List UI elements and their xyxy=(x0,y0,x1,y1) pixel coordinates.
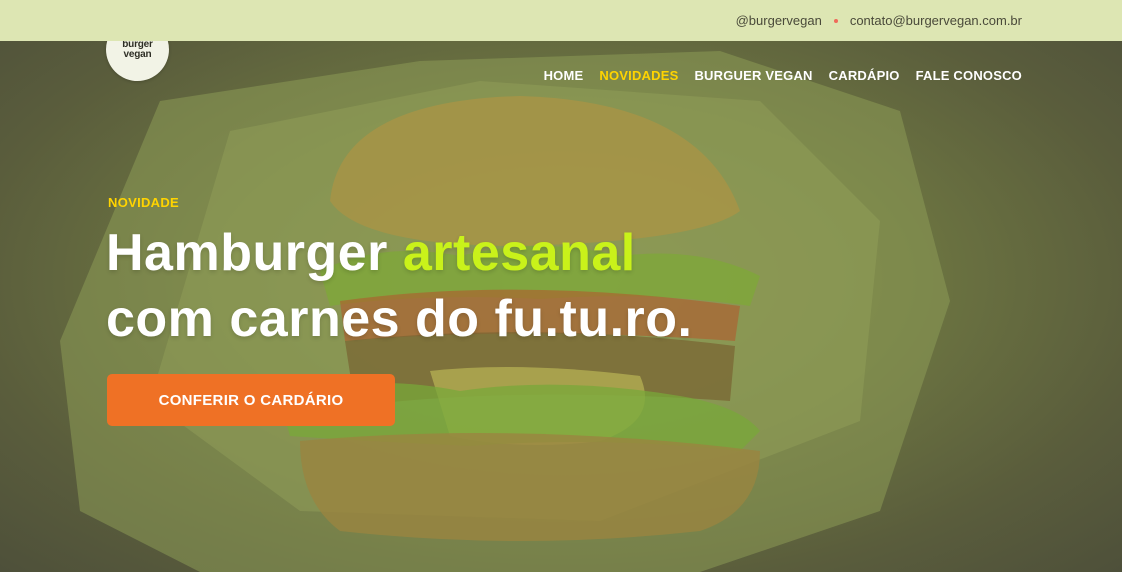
headline-part1: Hamburger xyxy=(106,224,403,282)
top-bar: @burgervegan contato@burgervegan.com.br xyxy=(0,0,1122,41)
headline-line2: com carnes do fu.tu.ro. xyxy=(106,290,693,348)
hero-section: burger vegan HOME NOVIDADES BURGUER VEGA… xyxy=(0,41,1122,572)
nav-item-cardapio[interactable]: CARDÁPIO xyxy=(829,68,900,83)
hero-eyebrow: NOVIDADE xyxy=(108,195,180,210)
main-nav: HOME NOVIDADES BURGUER VEGAN CARDÁPIO FA… xyxy=(544,68,1022,83)
hero-headline: Hamburger artesanal com carnes do fu.tu.… xyxy=(106,220,692,352)
instagram-handle[interactable]: @burgervegan xyxy=(736,13,822,28)
separator-dot xyxy=(833,18,838,23)
nav-item-burguer-vegan[interactable]: BURGUER VEGAN xyxy=(694,68,812,83)
nav-item-fale-conosco[interactable]: FALE CONOSCO xyxy=(916,68,1022,83)
cta-button[interactable]: CONFERIR O CARDÁRIO xyxy=(107,374,395,426)
nav-item-novidades[interactable]: NOVIDADES xyxy=(599,68,678,83)
contact-email[interactable]: contato@burgervegan.com.br xyxy=(850,13,1022,28)
headline-line1: Hamburger artesanal xyxy=(106,220,692,286)
logo-text-line2: vegan xyxy=(123,48,152,60)
nav-item-home[interactable]: HOME xyxy=(544,68,584,83)
headline-accent: artesanal xyxy=(402,224,636,282)
